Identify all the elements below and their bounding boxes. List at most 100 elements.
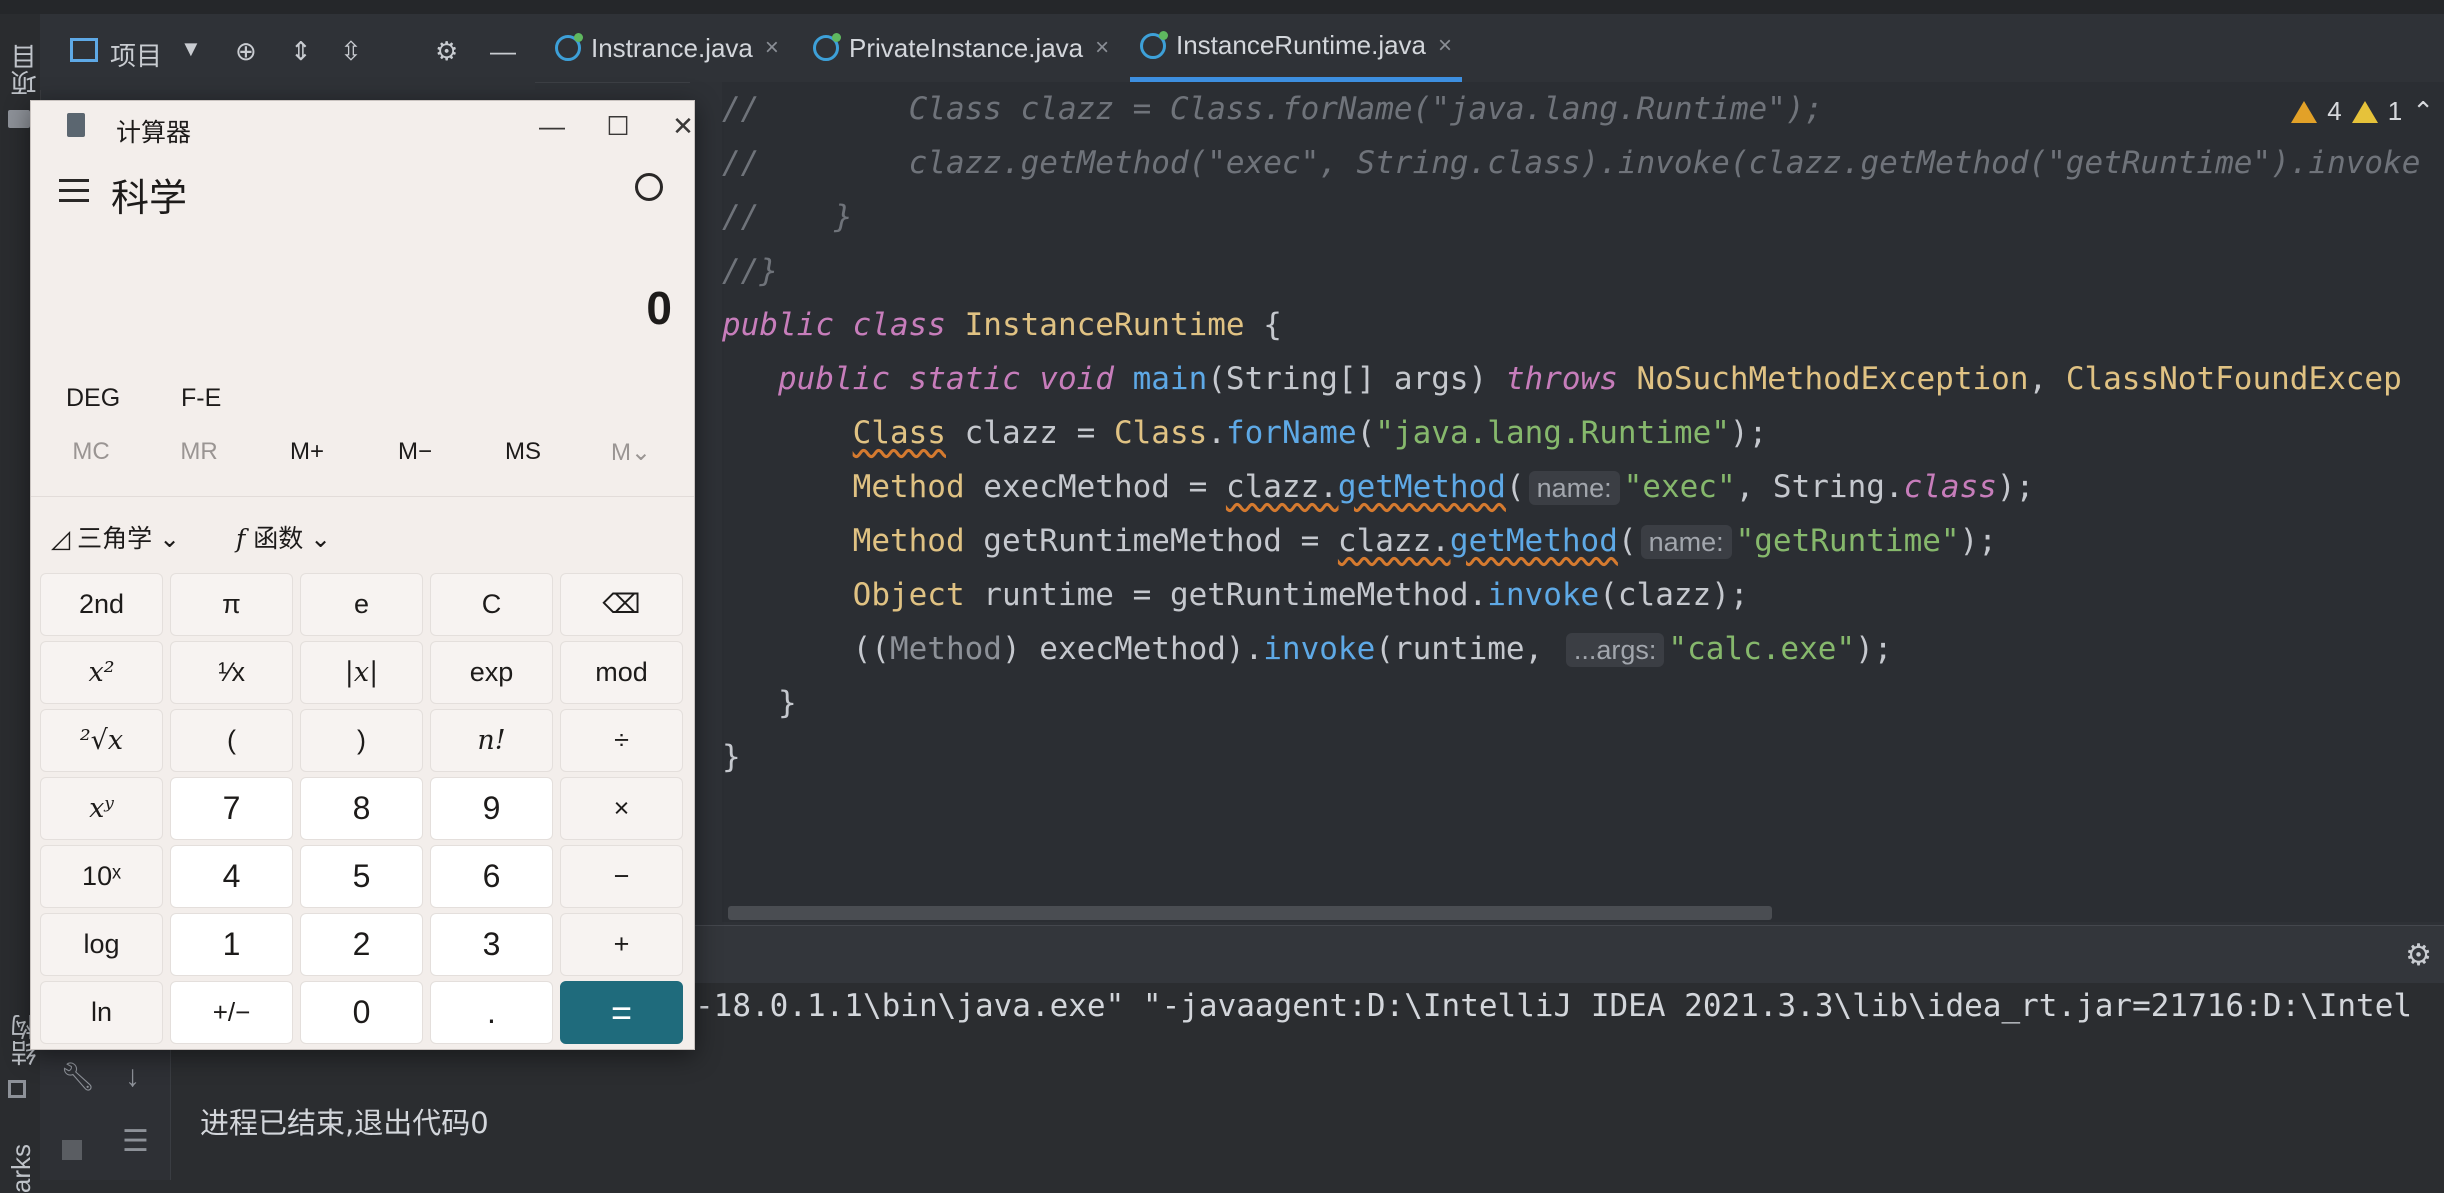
e-button[interactable]: e (300, 573, 423, 636)
console-side-toolbar: 🔧︎ ↓ ☰ (40, 1040, 171, 1180)
calculator-title-bar[interactable]: 计算器 — ☐ ✕ (31, 101, 694, 151)
history-icon[interactable] (635, 173, 663, 201)
digit-1-button[interactable]: 1 (170, 913, 293, 976)
code-line-7[interactable]: Class clazz = Class.forName("java.lang.R… (722, 406, 1768, 460)
close-icon[interactable]: ✕ (653, 109, 713, 143)
trig-label: 三角学 (77, 525, 153, 553)
code-line-4[interactable]: //} (722, 244, 778, 298)
code-line-11[interactable]: ((Method) execMethod).invoke(runtime, ..… (722, 622, 1892, 676)
param-hint: name: (1528, 471, 1620, 505)
editor-tab-bar: Instrance.java × PrivateInstance.java × … (535, 14, 2444, 83)
project-view-icon[interactable] (70, 38, 98, 62)
code-line-2[interactable]: // clazz.getMethod("exec", String.class)… (722, 136, 2420, 190)
digit-0-button[interactable]: 0 (300, 981, 423, 1044)
code-line-10[interactable]: Object runtime = getRuntimeMethod.invoke… (722, 568, 1749, 622)
code-line-9[interactable]: Method getRuntimeMethod = clazz.getMetho… (722, 514, 1997, 568)
ms-button[interactable]: MS (483, 438, 563, 466)
multiply-button[interactable]: × (560, 777, 683, 840)
digit-8-button[interactable]: 8 (300, 777, 423, 840)
calculator-display: 0 (646, 282, 672, 334)
collapse-all-icon[interactable]: ⇳ (340, 36, 362, 67)
code-editor[interactable]: // Class clazz = Class.forName("java.lan… (722, 82, 2444, 922)
open-paren-button[interactable]: ( (170, 709, 293, 772)
hamburger-menu-icon[interactable] (59, 179, 89, 205)
ide-title-bar (0, 0, 2444, 14)
factorial-button[interactable]: n! (430, 709, 553, 772)
project-tool-label[interactable]: 项目 (6, 44, 43, 96)
minimize-icon[interactable]: — (522, 109, 582, 143)
ln-button[interactable]: ln (40, 981, 163, 1044)
code-line-12[interactable]: } (722, 676, 797, 730)
close-paren-button[interactable]: ) (300, 709, 423, 772)
inspection-widget[interactable]: 4 1 ⌃ (2291, 96, 2444, 127)
gear-icon[interactable]: ⚙ (435, 36, 458, 67)
code-line-5[interactable]: public class InstanceRuntime { (722, 298, 1282, 352)
ten-power-button[interactable]: 10ˣ (40, 845, 163, 908)
clear-button[interactable]: C (430, 573, 553, 636)
fe-toggle[interactable]: F-E (181, 384, 221, 413)
digit-9-button[interactable]: 9 (430, 777, 553, 840)
digit-3-button[interactable]: 3 (430, 913, 553, 976)
digit-7-button[interactable]: 7 (170, 777, 293, 840)
code-line-8[interactable]: Method execMethod = clazz.getMethod(name… (722, 460, 2034, 514)
decimal-button[interactable]: . (430, 981, 553, 1044)
minimize-panel-icon[interactable]: — (490, 36, 516, 67)
deg-toggle[interactable]: DEG (66, 384, 120, 413)
code-line-1[interactable]: // Class clazz = Class.forName("java.lan… (722, 82, 1823, 136)
arrow-down-icon[interactable]: ↓ (125, 1060, 140, 1094)
tab-instanceruntime[interactable]: InstanceRuntime.java × (1130, 14, 1463, 82)
code-line-13[interactable]: } (722, 730, 741, 784)
mc-button[interactable]: MC (51, 438, 131, 466)
subtract-button[interactable]: − (560, 845, 683, 908)
mod-button[interactable]: mod (560, 641, 683, 704)
second-button[interactable]: 2nd (40, 573, 163, 636)
digit-4-button[interactable]: 4 (170, 845, 293, 908)
digit-2-button[interactable]: 2 (300, 913, 423, 976)
backspace-button[interactable]: ⌫ (560, 573, 683, 636)
pi-button[interactable]: π (170, 573, 293, 636)
log-button[interactable]: log (40, 913, 163, 976)
wrench-icon[interactable]: 🔧︎ (60, 1060, 96, 1093)
structure-icon[interactable] (8, 1080, 26, 1098)
code-line-6[interactable]: public static void main(String[] args) t… (722, 352, 2402, 406)
abs-button[interactable]: |x| (300, 641, 423, 704)
square-root-button[interactable]: ²√x (40, 709, 163, 772)
calculator-window[interactable]: 计算器 — ☐ ✕ 科学 0 DEG F-E MC MR M+ M− MS M⌄… (30, 100, 695, 1050)
exp-button[interactable]: exp (430, 641, 553, 704)
equals-button[interactable]: = (560, 981, 683, 1044)
digit-5-button[interactable]: 5 (300, 845, 423, 908)
m-plus-button[interactable]: M+ (267, 438, 347, 466)
function-dropdown[interactable]: f 函数 ⌄ (236, 519, 331, 555)
mr-button[interactable]: MR (159, 438, 239, 466)
tab-instrance[interactable]: Instrance.java × (555, 14, 779, 82)
gear-icon[interactable]: ⚙ (2405, 938, 2432, 973)
square-button[interactable]: x² (40, 641, 163, 704)
power-button[interactable]: xʸ (40, 777, 163, 840)
locate-icon[interactable]: ⊕ (235, 36, 257, 67)
warning-icon (2291, 100, 2318, 123)
trigonometry-dropdown[interactable]: ◿ 三角学 ⌄ (51, 519, 180, 555)
stop-icon[interactable] (62, 1140, 82, 1160)
folder-icon[interactable] (8, 110, 30, 128)
chevron-down-icon[interactable]: ▼ (180, 36, 202, 62)
weak-warning-count: 1 (2387, 96, 2403, 126)
horizontal-scrollbar[interactable] (728, 906, 1772, 920)
close-icon[interactable]: × (765, 34, 779, 62)
code-line-3[interactable]: // } (722, 190, 853, 244)
expand-all-icon[interactable]: ⇕ (290, 36, 312, 67)
maximize-icon[interactable]: ☐ (588, 109, 648, 143)
tab-privateinstance[interactable]: PrivateInstance.java × (813, 14, 1109, 82)
chevron-up-icon[interactable]: ⌃ (2412, 96, 2434, 127)
close-icon[interactable]: × (1438, 32, 1452, 60)
add-button[interactable]: + (560, 913, 683, 976)
memory-list-button[interactable]: M⌄ (591, 438, 671, 467)
project-label[interactable]: 项目 (110, 36, 162, 73)
close-icon[interactable]: × (1095, 34, 1109, 62)
reciprocal-button[interactable]: ¹⁄x (170, 641, 293, 704)
bookmarks-tool-label[interactable]: arks (6, 1144, 37, 1193)
negate-button[interactable]: +/− (170, 981, 293, 1044)
m-minus-button[interactable]: M− (375, 438, 455, 466)
digit-6-button[interactable]: 6 (430, 845, 553, 908)
soft-wrap-icon[interactable]: ☰ (122, 1124, 149, 1159)
divide-button[interactable]: ÷ (560, 709, 683, 772)
